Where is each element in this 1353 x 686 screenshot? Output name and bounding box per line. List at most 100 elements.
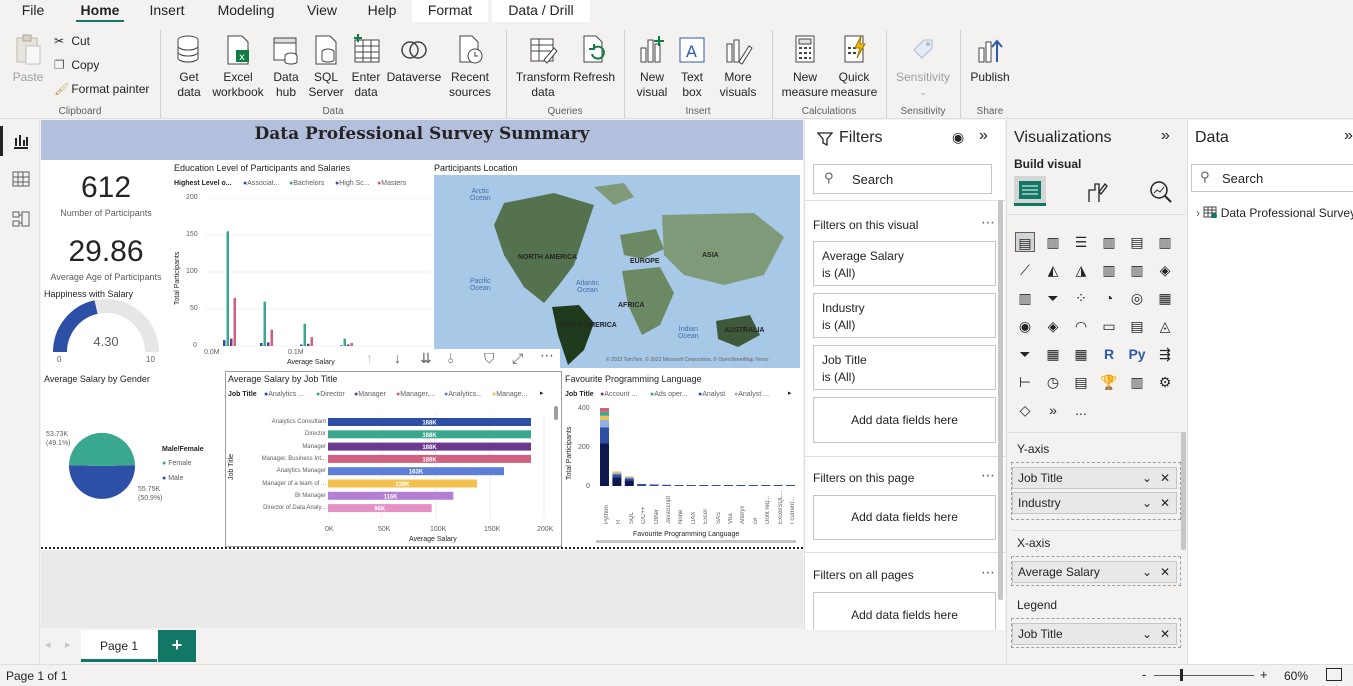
lang-bar-segment[interactable] (612, 474, 622, 478)
pie-legend-female[interactable]: ● Female (162, 460, 192, 467)
smart-narrative-icon[interactable]: ◇ (1015, 400, 1035, 420)
legend-next-icon[interactable]: ▸ (788, 389, 792, 397)
edu-bar[interactable] (233, 297, 237, 346)
zoom-slider-thumb[interactable] (1180, 669, 1183, 681)
menu-modeling[interactable]: Modeling (210, 0, 282, 22)
treemap-icon[interactable]: ▦ (1155, 288, 1175, 308)
data-search-input[interactable]: ⚲ Search (1191, 164, 1353, 192)
lang-bar[interactable] (736, 485, 746, 486)
kpi-participants-card[interactable]: 612 Number of Participants (44, 168, 168, 218)
zoom-in-icon[interactable]: + (1260, 667, 1268, 682)
lang-bar[interactable] (786, 485, 795, 486)
lang-bar[interactable] (637, 484, 647, 486)
chevron-down-icon[interactable]: ⌄ (1142, 624, 1152, 644)
lang-legend-item[interactable]: ●Analyst (698, 391, 725, 398)
paginated-report-icon[interactable]: ▤ (1071, 372, 1091, 392)
chevron-down-icon[interactable]: ⌄ (1142, 468, 1152, 488)
edu-bar[interactable] (270, 329, 274, 346)
edu-bar[interactable] (263, 301, 267, 346)
y-axis-field-job-title[interactable]: Job Title ⌄ ✕ (1012, 467, 1177, 489)
chevron-down-icon[interactable]: ⌄ (1142, 493, 1152, 513)
get-data-button[interactable]: Get data (168, 34, 210, 100)
lang-legend-item[interactable]: ●Ads oper... (650, 391, 688, 398)
collapse-viz-icon[interactable]: » (1161, 127, 1170, 145)
lang-bar-segment[interactable] (600, 427, 609, 444)
multi-row-card-icon[interactable]: ▤ (1127, 316, 1147, 336)
legend-field-job-title[interactable]: Job Title ⌄ ✕ (1012, 623, 1177, 645)
viz-scrollbar[interactable] (1181, 432, 1186, 550)
decomposition-tree-icon[interactable]: ⊢ (1015, 372, 1035, 392)
gender-pie-chart[interactable] (66, 430, 138, 502)
build-visual-tab[interactable] (1014, 176, 1046, 206)
drill-up-icon[interactable]: ↑ (366, 350, 373, 366)
lang-bar[interactable] (711, 485, 721, 486)
filter-icon[interactable]: ⛉ (484, 350, 495, 367)
edu-bar[interactable] (340, 345, 343, 346)
copy-button[interactable]: ❐ Copy (54, 57, 99, 73)
add-all-pages-filter-dropzone[interactable]: Add data fields here (813, 592, 996, 630)
lang-bar-segment[interactable] (624, 478, 634, 481)
lang-bar[interactable] (686, 485, 696, 486)
lang-bar-segment[interactable] (624, 477, 634, 479)
job-legend-item[interactable]: ●Analytics ... (264, 391, 304, 398)
publish-button[interactable]: Publish (966, 34, 1014, 85)
funnel-chart-icon[interactable]: ⏷ (1043, 288, 1063, 308)
table-view-icon[interactable] (12, 170, 30, 188)
drill-down-icon[interactable]: ↓ (394, 350, 401, 366)
more-options-icon[interactable]: ⋯ (540, 347, 554, 364)
menu-home[interactable]: Home (76, 0, 124, 23)
format-painter-button[interactable]: 🖌 Format painter (54, 81, 149, 97)
remove-field-icon[interactable]: ✕ (1160, 624, 1170, 644)
expand-hierarchy-icon[interactable]: ⫰ (448, 350, 454, 367)
remove-field-icon[interactable]: ✕ (1160, 493, 1170, 513)
filter-card-job-title[interactable]: Job Title is (All) (813, 345, 996, 390)
stacked-column-chart-icon[interactable]: ▥ (1043, 232, 1063, 252)
lang-chart-scrollbar[interactable] (596, 540, 796, 543)
lang-bar[interactable] (773, 485, 783, 486)
ribbon-chart-icon[interactable]: ◈ (1155, 260, 1175, 280)
line-column-icon[interactable]: ▥ (1099, 260, 1119, 280)
kpi-age-card[interactable]: 29.86 Average Age of Participants (44, 232, 168, 282)
filled-map-icon[interactable]: ◈ (1043, 316, 1063, 336)
edu-bar[interactable] (347, 344, 350, 347)
clustered-bar-chart-icon[interactable]: ☰ (1071, 232, 1091, 252)
edu-bar[interactable] (310, 337, 314, 346)
more-visuals-icon[interactable]: ... (1071, 400, 1091, 420)
lang-bar-segment[interactable] (600, 411, 609, 416)
lang-bar-segment[interactable] (600, 419, 609, 428)
filter-card-average-salary[interactable]: Average Salary is (All) (813, 241, 996, 286)
job-legend-item[interactable]: ●Director (316, 391, 345, 398)
lang-bar-segment[interactable] (612, 477, 622, 486)
edu-bar[interactable] (303, 323, 307, 346)
analytics-icon[interactable] (1149, 180, 1173, 204)
edu-bar[interactable] (226, 231, 230, 346)
remove-field-icon[interactable]: ✕ (1160, 468, 1170, 488)
filters-scrollbar[interactable] (998, 200, 1003, 600)
lang-chart-plot[interactable] (596, 408, 796, 488)
sql-server-button[interactable]: SQL Server (306, 34, 346, 100)
edu-bar[interactable] (260, 343, 263, 346)
clustered-column-chart-icon[interactable]: ▥ (1099, 232, 1119, 252)
enter-data-button[interactable]: Enter data (346, 34, 386, 100)
lang-bar-segment[interactable] (600, 415, 609, 420)
zoom-out-icon[interactable]: - (1142, 667, 1146, 682)
donut-chart-icon[interactable]: ◎ (1127, 288, 1147, 308)
data-hub-button[interactable]: Data hub (266, 34, 306, 100)
happiness-gauge[interactable]: 4.30 (50, 298, 162, 358)
pie-chart-icon[interactable]: ◔ (1099, 288, 1119, 308)
new-visual-button[interactable]: New visual (632, 34, 672, 100)
lang-bar-segment[interactable] (612, 472, 622, 475)
dataverse-button[interactable]: Dataverse (386, 34, 442, 85)
edu-bar[interactable] (300, 344, 303, 347)
edu-legend-highschool[interactable]: ●High Sc... (335, 180, 370, 187)
get-more-visuals-icon[interactable]: » (1043, 400, 1063, 420)
remove-field-icon[interactable]: ✕ (1160, 562, 1170, 582)
data-table-item[interactable]: › Data Professional Survey (1196, 206, 1353, 220)
lang-bar[interactable] (761, 485, 771, 486)
job-chart-plot[interactable]: 188K 188K 188K 188K 163K 138K 116K 96K (328, 414, 548, 520)
job-legend-item[interactable]: ●Manager (354, 391, 386, 398)
lang-bar-segment[interactable] (624, 480, 634, 486)
model-view-icon[interactable] (12, 210, 30, 228)
collapse-filters-icon[interactable]: » (979, 127, 988, 145)
100-stacked-bar-icon[interactable]: ▤ (1127, 232, 1147, 252)
